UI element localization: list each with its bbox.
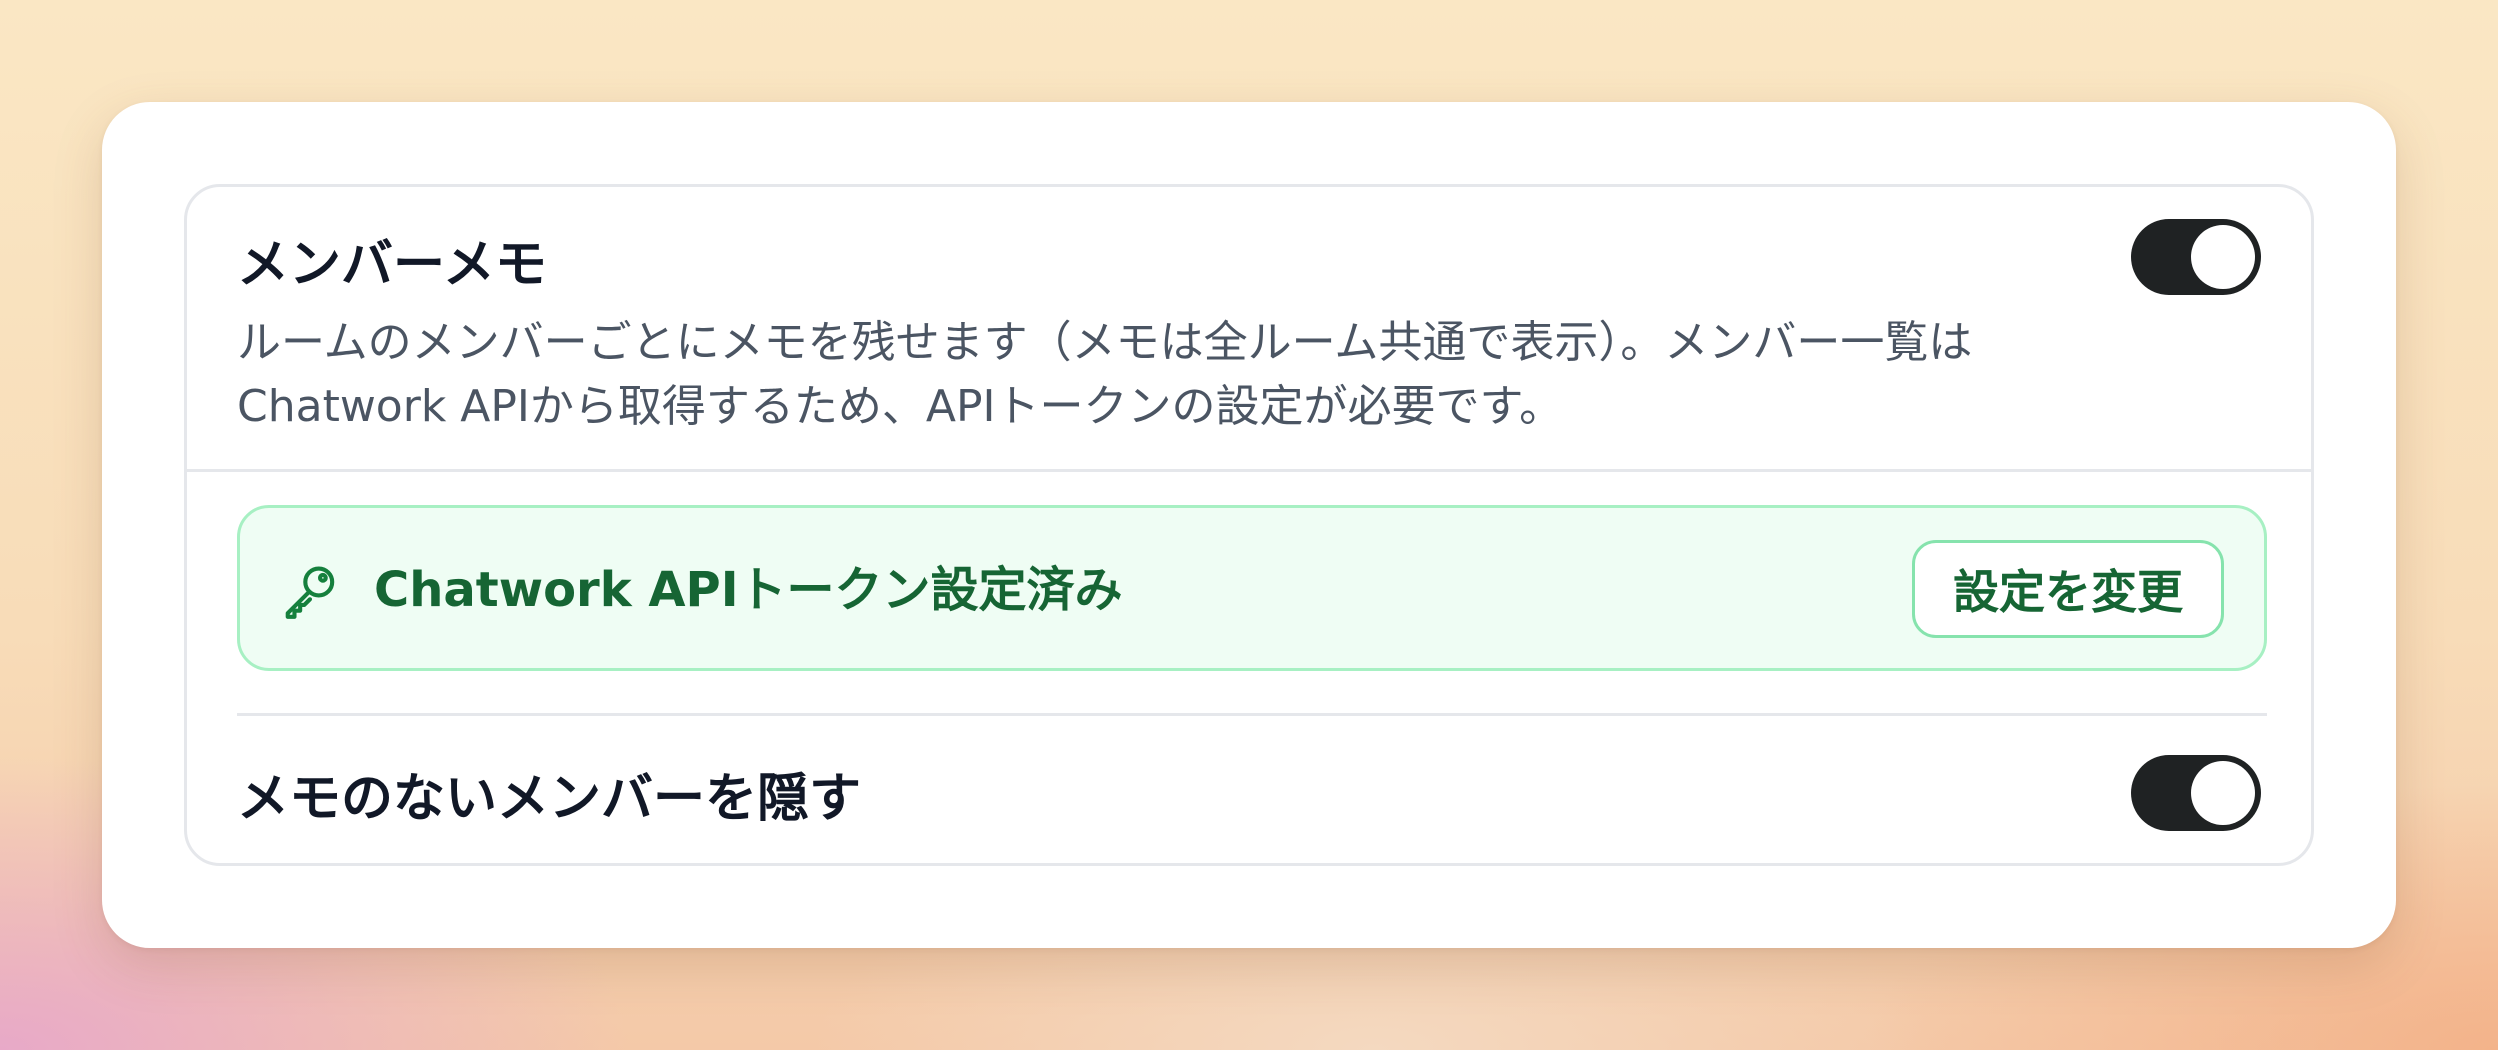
- member-memo-card: メンバーメモ ルームのメンバーごとにメモを残せます（メモは全ルーム共通で表示）。…: [184, 184, 2314, 866]
- hide-without-memo-label: メモのないメンバーを隠す: [237, 769, 862, 829]
- member-memo-title: メンバーメモ: [237, 235, 547, 295]
- settings-panel: メンバーメモ ルームのメンバーごとにメモを残せます（メモは全ルーム共通で表示）。…: [102, 102, 2396, 948]
- toggle-knob: [2191, 761, 2255, 825]
- api-token-status-box: Chatwork APIトークン設定済み 設定を変更: [237, 505, 2267, 671]
- key-icon: [285, 566, 335, 619]
- toggle-knob: [2191, 225, 2255, 289]
- api-token-status-label: Chatwork APIトークン設定済み: [374, 562, 1123, 618]
- member-memo-toggle[interactable]: [2131, 219, 2261, 295]
- hide-without-memo-toggle[interactable]: [2131, 755, 2261, 831]
- change-settings-button[interactable]: 設定を変更: [1912, 540, 2224, 638]
- member-memo-section: メンバーメモ ルームのメンバーごとにメモを残せます（メモは全ルーム共通で表示）。…: [187, 187, 2311, 472]
- member-memo-description: ルームのメンバーごとにメモを残せます（メモは全ルーム共通で表示）。メンバー一覧は…: [237, 317, 1973, 432]
- divider: [237, 713, 2267, 716]
